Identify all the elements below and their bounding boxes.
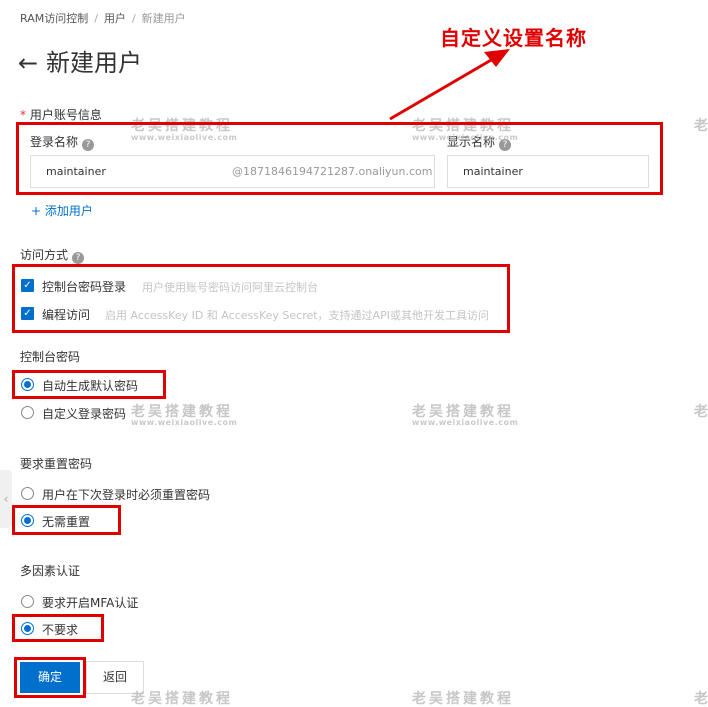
annotation-callout: 自定义设置名称 bbox=[440, 26, 587, 50]
annotation-arrow bbox=[389, 49, 510, 121]
